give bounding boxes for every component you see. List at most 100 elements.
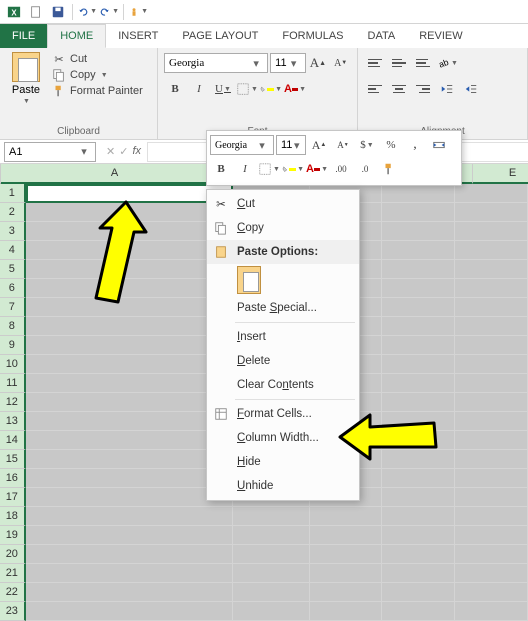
cell[interactable]	[310, 583, 383, 602]
mini-borders-button[interactable]: ▼	[258, 158, 280, 180]
orientation-icon[interactable]: ab▼	[436, 52, 458, 74]
row-header[interactable]: 10	[0, 355, 26, 374]
mini-decrease-font-icon[interactable]: A▼	[332, 134, 354, 156]
tab-data[interactable]: DATA	[356, 24, 408, 48]
cell[interactable]	[26, 393, 233, 412]
row-header[interactable]: 1	[0, 184, 26, 203]
cell[interactable]	[26, 431, 233, 450]
cell[interactable]	[233, 507, 309, 526]
ctx-paste-option[interactable]	[207, 264, 359, 296]
mini-increase-font-icon[interactable]: A▲	[308, 134, 330, 156]
cell[interactable]	[455, 583, 528, 602]
cell[interactable]	[26, 336, 233, 355]
cell[interactable]	[455, 184, 528, 203]
row-header[interactable]: 8	[0, 317, 26, 336]
row-header[interactable]: 20	[0, 545, 26, 564]
align-bottom-icon[interactable]	[412, 52, 434, 74]
cell[interactable]	[382, 222, 455, 241]
row-header[interactable]: 19	[0, 526, 26, 545]
row-header[interactable]: 7	[0, 298, 26, 317]
cell[interactable]	[233, 526, 309, 545]
new-icon[interactable]	[26, 2, 46, 22]
cell[interactable]	[26, 317, 233, 336]
cell[interactable]	[382, 374, 455, 393]
align-top-icon[interactable]	[364, 52, 386, 74]
row-header[interactable]: 5	[0, 260, 26, 279]
cell[interactable]	[26, 545, 233, 564]
cell[interactable]	[455, 431, 528, 450]
redo-icon[interactable]: ▼	[99, 2, 119, 22]
ctx-unhide[interactable]: Unhide	[207, 474, 359, 498]
mini-format-painter-icon[interactable]	[378, 158, 400, 180]
cell[interactable]	[455, 279, 528, 298]
touch-mode-icon[interactable]: ▼	[128, 2, 148, 22]
row-header[interactable]: 13	[0, 412, 26, 431]
cell[interactable]	[382, 583, 455, 602]
cell[interactable]	[26, 355, 233, 374]
font-name-combo[interactable]: Georgia▾	[164, 53, 268, 73]
align-middle-icon[interactable]	[388, 52, 410, 74]
save-icon[interactable]	[48, 2, 68, 22]
mini-font-combo[interactable]: Georgia▾	[210, 135, 274, 155]
cell[interactable]	[382, 545, 455, 564]
format-painter-button[interactable]: Format Painter	[52, 84, 143, 98]
cell[interactable]	[26, 583, 233, 602]
mini-fill-button[interactable]: ▼	[282, 158, 304, 180]
row-header[interactable]: 14	[0, 431, 26, 450]
row-header[interactable]: 11	[0, 374, 26, 393]
cell[interactable]	[455, 526, 528, 545]
mini-accounting-icon[interactable]: $▼	[356, 134, 378, 156]
mini-bold-button[interactable]: B	[210, 158, 232, 180]
row-header[interactable]: 6	[0, 279, 26, 298]
cell[interactable]	[455, 374, 528, 393]
excel-icon[interactable]: X	[4, 2, 24, 22]
tab-home[interactable]: HOME	[47, 24, 106, 48]
borders-button[interactable]: ▼	[236, 78, 258, 100]
cell[interactable]	[310, 526, 383, 545]
mini-size-combo[interactable]: 11▾	[276, 135, 306, 155]
underline-button[interactable]: U▼	[212, 78, 234, 100]
row-header[interactable]: 23	[0, 602, 26, 621]
row-header[interactable]: 21	[0, 564, 26, 583]
align-left-icon[interactable]	[364, 78, 386, 100]
cell[interactable]	[26, 469, 233, 488]
cell[interactable]	[455, 336, 528, 355]
cell[interactable]	[233, 583, 309, 602]
mini-decrease-decimal-icon[interactable]: .0	[354, 158, 376, 180]
cell[interactable]	[382, 184, 455, 203]
cell[interactable]	[310, 564, 383, 583]
row-header[interactable]: 18	[0, 507, 26, 526]
cell[interactable]	[455, 602, 528, 621]
ctx-cut[interactable]: ✂Cut	[207, 192, 359, 216]
cell[interactable]	[382, 279, 455, 298]
cell[interactable]	[310, 545, 383, 564]
ctx-copy[interactable]: Copy	[207, 216, 359, 240]
mini-comma-icon[interactable]: ,	[404, 134, 426, 156]
decrease-indent-icon[interactable]	[436, 78, 458, 100]
cell[interactable]	[455, 298, 528, 317]
align-center-icon[interactable]	[388, 78, 410, 100]
cell[interactable]	[310, 507, 383, 526]
row-header[interactable]: 15	[0, 450, 26, 469]
cell[interactable]	[455, 241, 528, 260]
cell[interactable]	[455, 222, 528, 241]
cell[interactable]	[455, 317, 528, 336]
mini-percent-icon[interactable]: %	[380, 134, 402, 156]
mini-italic-button[interactable]: I	[234, 158, 256, 180]
cell[interactable]	[26, 507, 233, 526]
cell[interactable]	[233, 545, 309, 564]
cell[interactable]	[26, 450, 233, 469]
cell[interactable]	[382, 602, 455, 621]
cell[interactable]	[26, 374, 233, 393]
copy-button[interactable]: Copy▼	[52, 68, 143, 82]
cell[interactable]	[26, 488, 233, 507]
mini-increase-decimal-icon[interactable]: .00	[330, 158, 352, 180]
cell[interactable]	[382, 203, 455, 222]
cell[interactable]	[382, 526, 455, 545]
row-header[interactable]: 22	[0, 583, 26, 602]
cell[interactable]	[455, 545, 528, 564]
ctx-clear-contents[interactable]: Clear Contents	[207, 373, 359, 397]
cell[interactable]	[26, 526, 233, 545]
cell[interactable]	[455, 488, 528, 507]
cell[interactable]	[382, 564, 455, 583]
